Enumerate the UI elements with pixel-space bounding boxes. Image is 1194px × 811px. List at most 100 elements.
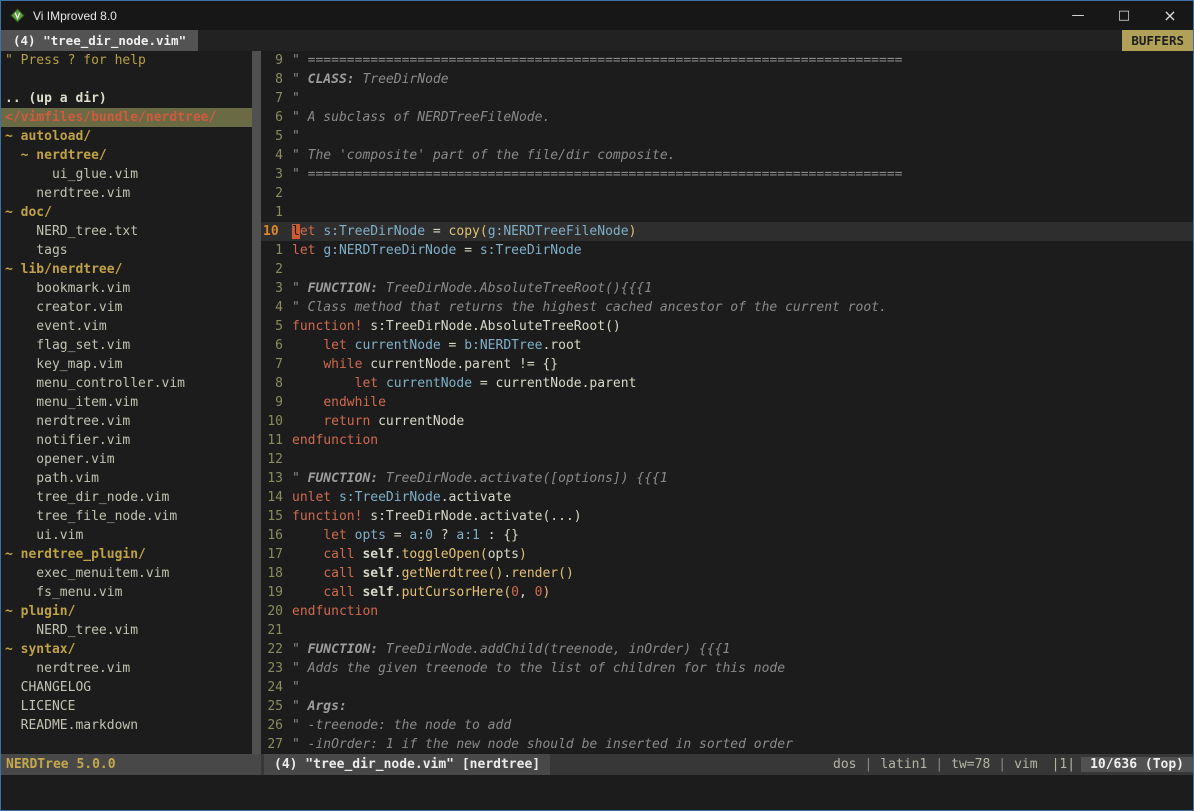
code-text: let currentNode = currentNode.parent	[292, 374, 636, 393]
tree-line[interactable]: nerdtree.vim	[1, 659, 252, 678]
tree-line[interactable]: README.markdown	[1, 716, 252, 735]
maximize-button[interactable]: □	[1101, 1, 1147, 30]
line-number: 12	[261, 450, 283, 469]
tree-line[interactable]: ~ doc/	[1, 203, 252, 222]
code-line[interactable]: 2	[261, 260, 1193, 279]
code-line[interactable]: 7"	[261, 89, 1193, 108]
code-line[interactable]: 15function! s:TreeDirNode.activate(...)	[261, 507, 1193, 526]
code-text: " ======================================…	[292, 165, 902, 184]
code-line[interactable]: 1	[261, 203, 1193, 222]
command-line[interactable]	[1, 775, 1193, 810]
code-line[interactable]: 6 let currentNode = b:NERDTree.root	[261, 336, 1193, 355]
tree-line[interactable]: bookmark.vim	[1, 279, 252, 298]
tree-line[interactable]: fs_menu.vim	[1, 583, 252, 602]
tree-line[interactable]: opener.vim	[1, 450, 252, 469]
statusline-window-id: |1|	[1038, 757, 1081, 772]
tree-line[interactable]: ~ autoload/	[1, 127, 252, 146]
code-line[interactable]: 5"	[261, 127, 1193, 146]
code-line[interactable]: 16 let opts = a:0 ? a:1 : {}	[261, 526, 1193, 545]
code-line[interactable]: 19 call self.putCursorHere(0, 0)	[261, 583, 1193, 602]
code-line[interactable]: 7 while currentNode.parent != {}	[261, 355, 1193, 374]
tree-line[interactable]: NERD_tree.vim	[1, 621, 252, 640]
code-line[interactable]: 14unlet s:TreeDirNode.activate	[261, 488, 1193, 507]
code-line[interactable]: 3" FUNCTION: TreeDirNode.AbsoluteTreeRoo…	[261, 279, 1193, 298]
line-number: 24	[261, 678, 283, 697]
tree-line[interactable]: ~ plugin/	[1, 602, 252, 621]
code-line[interactable]: 3 " =====================================…	[261, 165, 1193, 184]
tree-line[interactable]: key_map.vim	[1, 355, 252, 374]
tree-line[interactable]: menu_controller.vim	[1, 374, 252, 393]
tree-line[interactable]: " Press ? for help	[1, 51, 252, 70]
code-line[interactable]: 27" -inOrder: 1 if the new node should b…	[261, 735, 1193, 754]
line-number: 10	[261, 222, 283, 241]
code-line[interactable]: 13" FUNCTION: TreeDirNode.activate([opti…	[261, 469, 1193, 488]
code-line[interactable]: 9 endwhile	[261, 393, 1193, 412]
tree-line[interactable]: notifier.vim	[1, 431, 252, 450]
tree-line[interactable]: ui.vim	[1, 526, 252, 545]
tree-line[interactable]: tree_dir_node.vim	[1, 488, 252, 507]
tree-line[interactable]: tree_file_node.vim	[1, 507, 252, 526]
code-line[interactable]: 21	[261, 621, 1193, 640]
tree-line[interactable]: ~ syntax/	[1, 640, 252, 659]
line-number: 1	[261, 241, 283, 260]
code-text: " FUNCTION: TreeDirNode.addChild(treenod…	[292, 640, 730, 659]
code-line[interactable]: 5function! s:TreeDirNode.AbsoluteTreeRoo…	[261, 317, 1193, 336]
buffers-label[interactable]: BUFFERS	[1122, 30, 1193, 51]
code-line[interactable]: 2	[261, 184, 1193, 203]
code-line[interactable]: 25" Args:	[261, 697, 1193, 716]
close-button[interactable]: ×	[1147, 1, 1193, 30]
tree-line[interactable]: ~ nerdtree_plugin/	[1, 545, 252, 564]
code-line[interactable]: 24"	[261, 678, 1193, 697]
code-line[interactable]: 4" The 'composite' part of the file/dir …	[261, 146, 1193, 165]
code-text: function! s:TreeDirNode.AbsoluteTreeRoot…	[292, 317, 621, 336]
code-line[interactable]: 11endfunction	[261, 431, 1193, 450]
tree-line[interactable]: NERD_tree.txt	[1, 222, 252, 241]
code-line[interactable]: 8" CLASS: TreeDirNode	[261, 70, 1193, 89]
code-line[interactable]: 12	[261, 450, 1193, 469]
code-line[interactable]: 22" FUNCTION: TreeDirNode.addChild(treen…	[261, 640, 1193, 659]
statusline-textwidth: tw=78	[951, 757, 990, 772]
tree-line[interactable]: ui_glue.vim	[1, 165, 252, 184]
tree-line[interactable]: creator.vim	[1, 298, 252, 317]
tree-line[interactable]: ~ lib/nerdtree/	[1, 260, 252, 279]
tree-line[interactable]: flag_set.vim	[1, 336, 252, 355]
code-line[interactable]: 4" Class method that returns the highest…	[261, 298, 1193, 317]
tree-line[interactable]: LICENCE	[1, 697, 252, 716]
tree-line[interactable]: nerdtree.vim	[1, 184, 252, 203]
code-line[interactable]: 9" =====================================…	[261, 51, 1193, 70]
tree-line[interactable]: tags	[1, 241, 252, 260]
tree-line[interactable]: menu_item.vim	[1, 393, 252, 412]
active-buffer-tab[interactable]: (4) "tree_dir_node.vim"	[1, 30, 198, 51]
tree-line[interactable]: CHANGELOG	[1, 678, 252, 697]
tree-line[interactable]: exec_menuitem.vim	[1, 564, 252, 583]
code-line[interactable]: 20endfunction	[261, 602, 1193, 621]
statusline-buffer-info: (4) "tree_dir_node.vim" [nerdtree]	[264, 754, 550, 775]
tree-line[interactable]: event.vim	[1, 317, 252, 336]
nerdtree-statusline: NERDTree 5.0.0	[1, 754, 261, 775]
code-text: let g:NERDTreeDirNode = s:TreeDirNode	[292, 241, 582, 260]
code-line[interactable]: 1 let g:NERDTreeDirNode = s:TreeDirNode	[261, 241, 1193, 260]
code-line[interactable]: 17 call self.toggleOpen(opts)	[261, 545, 1193, 564]
code-line[interactable]: 18 call self.getNerdtree().render()	[261, 564, 1193, 583]
tree-line[interactable]: nerdtree.vim	[1, 412, 252, 431]
code-line[interactable]: 10let s:TreeDirNode = copy(g:NERDTreeFil…	[261, 222, 1193, 241]
code-line[interactable]: 23" Adds the given treenode to the list …	[261, 659, 1193, 678]
minimize-button[interactable]: —	[1055, 1, 1101, 30]
tree-line[interactable]: ~ nerdtree/	[1, 146, 252, 165]
code-text: unlet s:TreeDirNode.activate	[292, 488, 511, 507]
code-line[interactable]: 6" A subclass of NERDTreeFileNode.	[261, 108, 1193, 127]
code-line[interactable]: 8 let currentNode = currentNode.parent	[261, 374, 1193, 393]
line-number: 21	[261, 621, 283, 640]
nerdtree-panel: " Press ? for help .. (up a dir)</vimfile…	[1, 51, 252, 754]
code-text: call self.toggleOpen(opts)	[292, 545, 527, 564]
code-text: let opts = a:0 ? a:1 : {}	[292, 526, 519, 545]
code-text: " Args:	[292, 697, 347, 716]
tree-line[interactable]: .. (up a dir)	[1, 89, 252, 108]
nerdtree-list: " Press ? for help .. (up a dir)</vimfile…	[1, 51, 252, 735]
code-line[interactable]: 10 return currentNode	[261, 412, 1193, 431]
tree-line[interactable]: path.vim	[1, 469, 252, 488]
vertical-split-separator[interactable]	[252, 51, 261, 754]
line-number: 3	[261, 165, 283, 184]
code-line[interactable]: 26" -treenode: the node to add	[261, 716, 1193, 735]
tree-root-line[interactable]: </vimfiles/bundle/nerdtree/	[1, 108, 252, 127]
